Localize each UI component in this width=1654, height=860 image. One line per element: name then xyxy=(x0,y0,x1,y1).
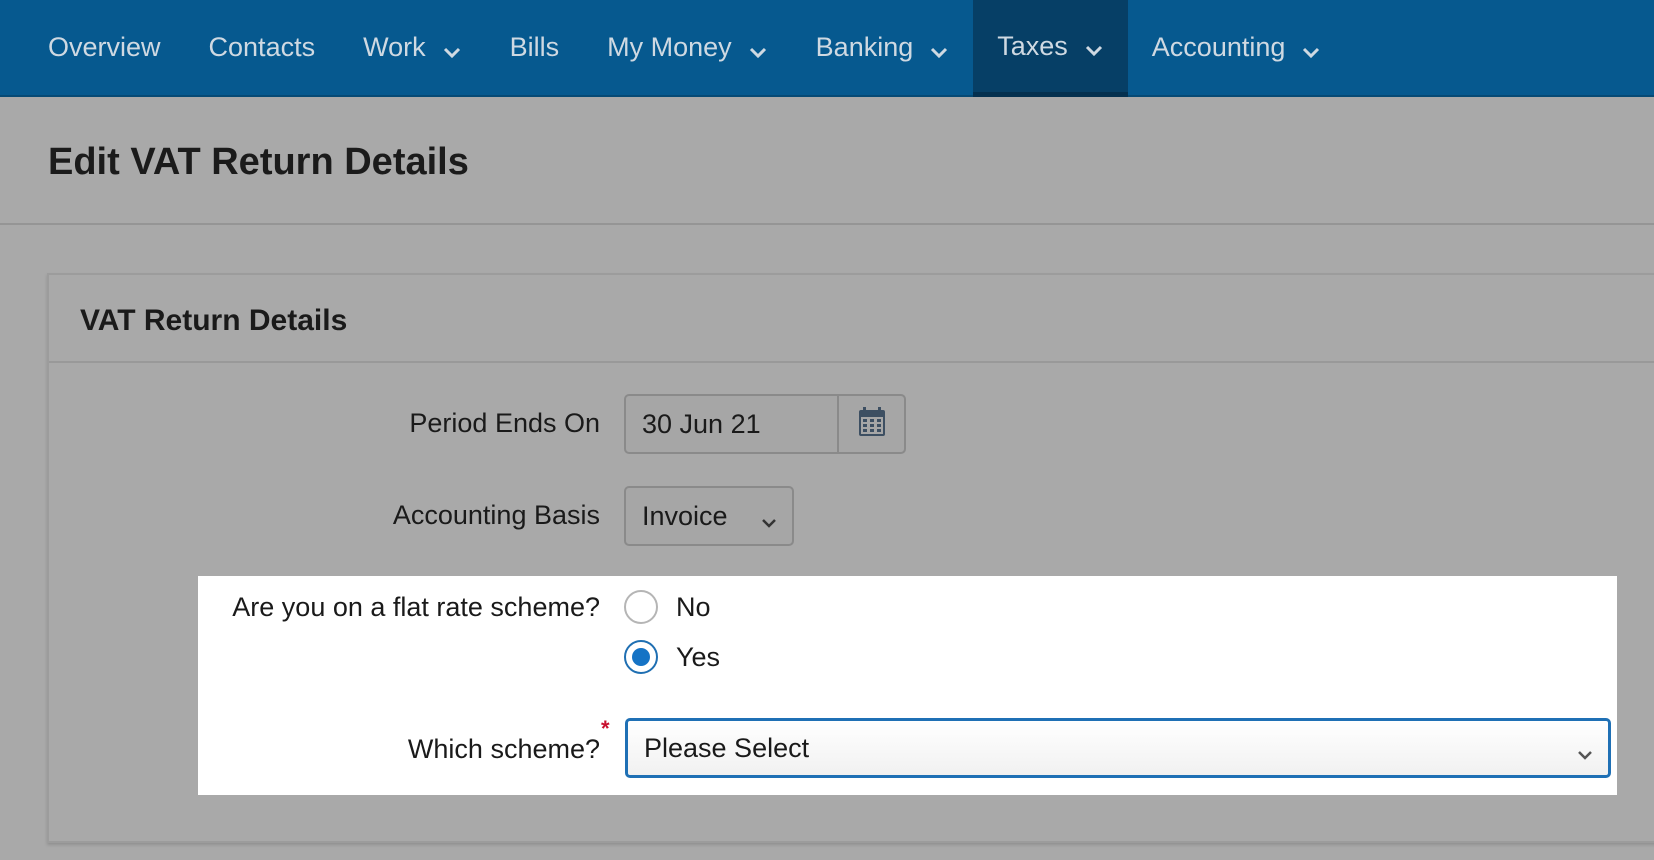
flat-rate-label: Are you on a flat rate scheme? xyxy=(232,592,600,622)
nav-item-bills[interactable]: Bills xyxy=(486,0,584,95)
panel-header: VAT Return Details xyxy=(49,275,1654,363)
accounting-basis-label: Accounting Basis xyxy=(392,500,600,530)
nav-item-label: Overview xyxy=(48,32,161,62)
nav-item-banking[interactable]: Banking xyxy=(792,0,974,95)
nav-item-accounting[interactable]: Accounting xyxy=(1128,0,1346,95)
accounting-basis-select[interactable]: Invoice xyxy=(624,486,794,546)
period-ends-label: Period Ends On xyxy=(409,408,600,438)
nav-item-taxes[interactable]: Taxes xyxy=(973,0,1128,97)
period-ends-field: 30 Jun 21 xyxy=(624,394,906,454)
panel-title: VAT Return Details xyxy=(80,304,348,337)
chevron-down-icon xyxy=(1576,740,1594,760)
scheme-select-value: Please Select xyxy=(644,733,810,763)
radio-yes[interactable] xyxy=(624,640,658,674)
page-title: Edit VAT Return Details xyxy=(48,141,469,183)
nav-item-label: Taxes xyxy=(997,30,1068,61)
accounting-basis-value: Invoice xyxy=(642,501,728,531)
chevron-down-icon xyxy=(929,38,949,58)
chevron-down-icon xyxy=(748,38,768,58)
nav-item-label: Accounting xyxy=(1151,32,1286,62)
chevron-down-icon xyxy=(1301,38,1321,58)
calendar-icon xyxy=(858,406,886,442)
chevron-down-icon xyxy=(760,508,778,528)
scheme-select[interactable]: Please Select xyxy=(625,718,1611,778)
nav-item-work[interactable]: Work xyxy=(339,0,486,95)
chevron-down-icon xyxy=(1084,36,1104,57)
nav-item-label: Contacts xyxy=(208,32,316,62)
top-nav: Overview Contacts Work Bills My Money Ba… xyxy=(0,0,1654,97)
required-indicator: * xyxy=(601,716,610,741)
radio-yes-label: Yes xyxy=(676,642,721,672)
nav-item-overview[interactable]: Overview xyxy=(0,0,185,95)
chevron-down-icon xyxy=(442,38,462,58)
nav-item-contacts[interactable]: Contacts xyxy=(185,0,340,95)
nav-item-label: Work xyxy=(363,32,426,62)
calendar-button[interactable] xyxy=(839,396,904,452)
page-header: Edit VAT Return Details xyxy=(0,97,1654,225)
which-scheme-label: Which scheme? xyxy=(407,734,600,764)
period-ends-input[interactable]: 30 Jun 21 xyxy=(626,396,839,452)
nav-item-label: Bills xyxy=(509,32,560,62)
nav-item-label: My Money xyxy=(607,32,732,62)
radio-no[interactable] xyxy=(624,590,658,624)
radio-no-label: No xyxy=(676,592,711,622)
nav-item-my-money[interactable]: My Money xyxy=(583,0,792,95)
nav-item-label: Banking xyxy=(815,32,914,62)
